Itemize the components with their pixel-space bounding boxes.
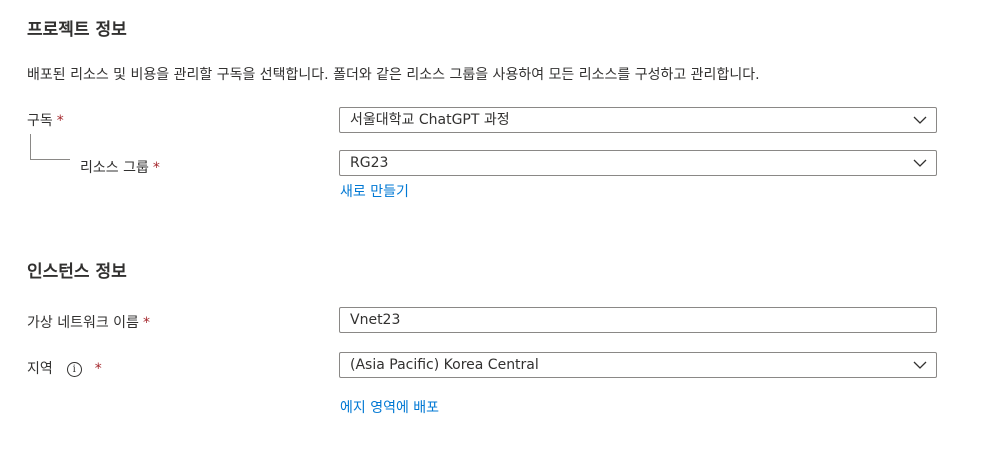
subscription-label: 구독	[27, 113, 53, 129]
project-details-description: 배포된 리소스 및 비용을 관리할 구독을 선택합니다. 폴더와 같은 리소스 …	[27, 67, 760, 83]
region-label: 지역	[27, 361, 53, 377]
vnet-name-label: 가상 네트워크 이름	[27, 315, 139, 331]
subscription-selected-value: 서울대학교 ChatGPT 과정	[350, 112, 510, 128]
resource-group-dropdown[interactable]: RG23	[339, 150, 937, 176]
resource-group-selected-value: RG23	[350, 155, 389, 171]
vnet-name-input[interactable]: Vnet23	[339, 307, 937, 333]
subscription-dropdown[interactable]: 서울대학교 ChatGPT 과정	[339, 107, 937, 133]
vnet-name-value: Vnet23	[350, 312, 401, 328]
required-indicator: *	[142, 315, 150, 331]
resource-group-label-group: 리소스 그룹 *	[80, 157, 160, 177]
info-icon[interactable]: i	[66, 361, 82, 377]
resource-group-label: 리소스 그룹	[80, 160, 149, 176]
project-details-heading: 프로젝트 정보	[27, 20, 127, 40]
deploy-to-edge-zone-link[interactable]: 에지 영역에 배포	[340, 397, 439, 417]
chevron-down-icon	[913, 159, 927, 167]
tree-connector	[30, 134, 70, 160]
required-indicator: *	[56, 113, 64, 129]
required-indicator: *	[152, 160, 160, 176]
region-selected-value: (Asia Pacific) Korea Central	[350, 357, 539, 373]
region-dropdown[interactable]: (Asia Pacific) Korea Central	[339, 352, 937, 378]
vnet-name-label-group: 가상 네트워크 이름 *	[27, 312, 150, 332]
chevron-down-icon	[913, 361, 927, 369]
create-new-resource-group-link[interactable]: 새로 만들기	[340, 181, 409, 201]
instance-details-heading: 인스턴스 정보	[27, 262, 127, 282]
required-indicator: *	[94, 361, 102, 377]
region-label-group: 지역 i *	[27, 358, 102, 378]
subscription-label-group: 구독 *	[27, 110, 64, 130]
chevron-down-icon	[913, 116, 927, 124]
